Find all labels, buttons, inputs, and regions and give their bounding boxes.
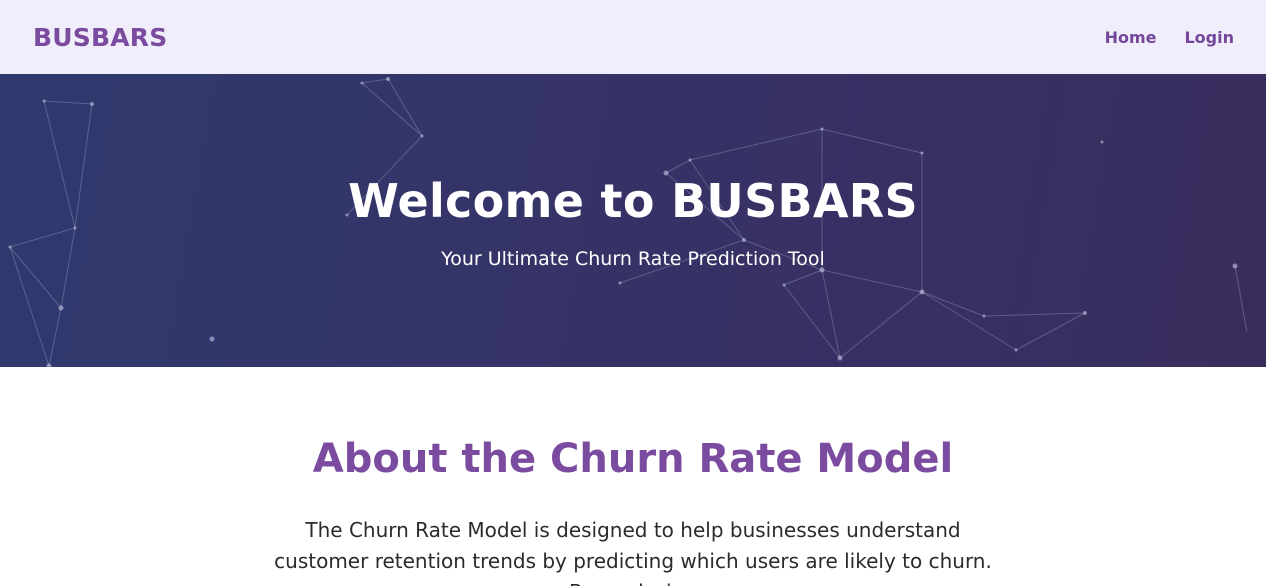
about-paragraph: The Churn Rate Model is designed to help…	[274, 518, 992, 586]
navbar: BUSBARS Home Login	[0, 0, 1266, 74]
nav-link-home[interactable]: Home	[1105, 28, 1157, 47]
hero-subtitle: Your Ultimate Churn Rate Prediction Tool	[441, 248, 825, 270]
nav-link-login[interactable]: Login	[1184, 28, 1234, 47]
brand-logo[interactable]: BUSBARS	[33, 23, 167, 52]
hero-title: Welcome to BUSBARS	[348, 174, 918, 228]
about-section: About the Churn Rate Model The Churn Rat…	[0, 367, 1266, 586]
nav-links: Home Login	[1105, 28, 1234, 47]
hero-section: Welcome to BUSBARS Your Ultimate Churn R…	[0, 74, 1266, 367]
about-title: About the Churn Rate Model	[312, 436, 954, 482]
